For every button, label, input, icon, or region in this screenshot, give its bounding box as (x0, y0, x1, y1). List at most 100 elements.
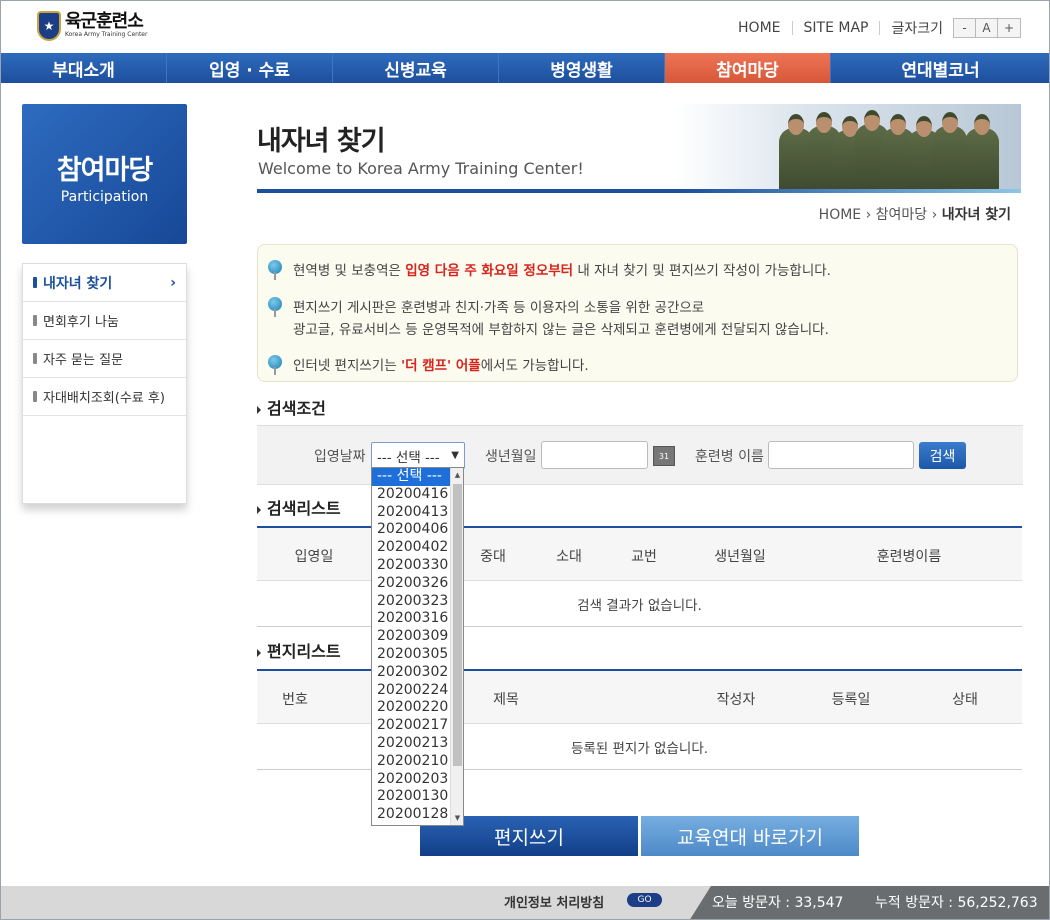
column-header: 입영일 (294, 549, 334, 565)
side-item-label: 자주 묻는 질문 (43, 353, 124, 368)
notice-highlight: '더 캠프' 어플 (400, 358, 481, 374)
page: ★ 육군훈련소 Korea Army Training Center HOME … (0, 0, 1050, 920)
birthdate-input[interactable] (541, 441, 648, 469)
scrollbar-thumb[interactable] (453, 484, 462, 766)
notice-line-2b: 광고글, 유료서비스 등 운영목적에 부합하지 않는 글은 삭제되고 훈련병에게… (293, 322, 829, 338)
result-section-title: 검색리스트 (257, 495, 341, 519)
column-header: 소대 (556, 549, 582, 565)
column-header: 생년월일 (714, 549, 766, 565)
divider (791, 21, 793, 35)
scroll-down-icon[interactable]: ▼ (451, 814, 463, 822)
sitemap-link[interactable]: SITE MAP (804, 20, 869, 36)
privacy-policy-link[interactable]: 개인정보 처리방침 (504, 892, 604, 911)
entry-date-dropdown-list: --- 선택 --- 20200416 20200413 20200406 20… (371, 467, 464, 826)
breadcrumb-separator: › (931, 207, 942, 223)
scroll-up-icon[interactable]: ▲ (451, 471, 463, 479)
chevron-right-icon: › (170, 274, 176, 291)
breadcrumb-current: 내자녀 찾기 (941, 207, 1011, 223)
column-header: 상태 (952, 692, 978, 708)
side-title: 참여마당 (56, 155, 153, 186)
page-subtitle: Welcome to Korea Army Training Center! (258, 159, 584, 178)
birthdate-label: 생년월일 (485, 449, 537, 465)
nav-item-regiment-corner[interactable]: 연대별코너 (831, 53, 1049, 83)
regiment-shortcut-button[interactable]: 교육연대 바로가기 (641, 816, 859, 856)
bullet-icon (33, 277, 37, 288)
nav-item-enlistment[interactable]: 입영 · 수료 (167, 53, 333, 83)
notice-highlight: 입영 다음 주 화요일 정오부터 (405, 263, 574, 279)
notice-text: 현역병 및 보충역은 (293, 263, 406, 279)
privacy-go-button[interactable]: GO (627, 893, 662, 907)
side-title-en: Participation (60, 189, 149, 205)
column-header: 제목 (493, 692, 519, 708)
calendar-icon[interactable]: 31 (653, 446, 675, 466)
side-item-label: 내자녀 찾기 (43, 275, 113, 292)
bullet-icon (33, 391, 37, 402)
breadcrumb-separator: › (865, 207, 876, 223)
font-reset-button[interactable]: A (976, 19, 998, 37)
notice-line-1: 현역병 및 보충역은 입영 다음 주 화요일 정오부터 내 자녀 찾기 및 편지… (293, 259, 831, 279)
nav-item-barracks-life[interactable]: 병영생활 (499, 53, 665, 83)
font-size-controls: - A + (953, 18, 1021, 38)
breadcrumb-parent[interactable]: 참여마당 (876, 207, 928, 223)
column-header: 작성자 (716, 692, 756, 708)
column-header: 중대 (480, 549, 506, 565)
nav-item-participation[interactable]: 참여마당 (665, 53, 831, 83)
notice-box: 현역병 및 보충역은 입영 다음 주 화요일 정오부터 내 자녀 찾기 및 편지… (257, 244, 1018, 382)
main-nav: 부대소개 입영 · 수료 신병교육 병영생활 참여마당 연대별코너 (1, 53, 1049, 83)
logo-subtitle: Korea Army Training Center (65, 31, 148, 38)
logo-title: 육군훈련소 (65, 11, 144, 32)
soldier-figure (965, 114, 999, 190)
pin-icon (268, 260, 282, 280)
total-visitors: 누적 방문자 : 56,252,763 (875, 895, 1038, 911)
column-header: 번호 (282, 692, 308, 708)
column-header: 교번 (631, 549, 657, 565)
soldier-figure (933, 112, 967, 190)
entry-date-value: --- 선택 --- (377, 449, 440, 466)
side-item-label: 자대배치조회(수료 후) (43, 391, 165, 406)
page-title: 내자녀 찾기 (257, 126, 386, 157)
nav-item-training[interactable]: 신병교육 (333, 53, 499, 83)
notice-text: 에서도 가능합니다. (480, 358, 589, 374)
title-underline (257, 189, 1021, 193)
column-header: 훈련병이름 (876, 549, 942, 565)
side-item-label: 면회후기 나눔 (43, 315, 119, 330)
nav-item-unit-intro[interactable]: 부대소개 (1, 53, 167, 83)
font-increase-button[interactable]: + (998, 19, 1020, 37)
site-logo[interactable]: ★ 육군훈련소 Korea Army Training Center (37, 11, 147, 41)
entry-date-label: 입영날짜 (314, 449, 366, 465)
search-button[interactable]: 검색 (919, 442, 966, 469)
column-header: 등록일 (831, 692, 871, 708)
letters-section-title: 편지리스트 (257, 638, 341, 662)
font-decrease-button[interactable]: - (954, 19, 976, 37)
home-link[interactable]: HOME (738, 20, 780, 36)
side-menu: 내자녀 찾기 › 면회후기 나눔 자주 묻는 질문 자대배치조회(수료 후) (22, 263, 187, 504)
notice-text: 인터넷 편지쓰기는 (293, 358, 401, 374)
search-section-title: 검색조건 (257, 395, 326, 419)
side-item-assignment[interactable]: 자대배치조회(수료 후) (23, 378, 186, 416)
breadcrumb: HOME › 참여마당 › 내자녀 찾기 (819, 204, 1011, 224)
notice-text: 내 자녀 찾기 및 편지쓰기 작성이 가능합니다. (573, 263, 831, 279)
side-item-find-child[interactable]: 내자녀 찾기 › (23, 264, 186, 302)
bullet-icon (33, 315, 37, 326)
top-links: HOME SITE MAP 글자크기 - A + (738, 18, 1021, 38)
side-title-box: 참여마당 Participation (22, 104, 187, 244)
trainee-name-label: 훈련병 이름 (695, 449, 764, 465)
bullet-icon (33, 353, 37, 364)
trainee-name-input[interactable] (768, 441, 914, 469)
soldiers-banner-image (675, 104, 1021, 190)
font-size-label: 글자크기 (891, 21, 943, 37)
notice-line-3: 인터넷 편지쓰기는 '더 캠프' 어플에서도 가능합니다. (293, 354, 589, 374)
footer-bar: 개인정보 처리방침 GO 오늘 방문자 : 33,547 누적 방문자 : 56… (1, 886, 1049, 919)
side-item-faq[interactable]: 자주 묻는 질문 (23, 340, 186, 378)
side-item-visit-review[interactable]: 면회후기 나눔 (23, 302, 186, 340)
chevron-down-icon: ▼ (451, 450, 459, 461)
breadcrumb-home[interactable]: HOME (819, 207, 861, 223)
pin-icon (268, 355, 282, 375)
notice-line-2: 편지쓰기 게시판은 훈련병과 친지·가족 등 이용자의 소통을 위한 공간으로 (293, 300, 705, 316)
pin-icon (268, 297, 282, 317)
today-visitors: 오늘 방문자 : 33,547 (712, 895, 844, 911)
emblem-icon: ★ (37, 11, 61, 41)
divider (879, 21, 881, 35)
entry-date-select[interactable]: --- 선택 --- ▼ (371, 442, 465, 469)
dropdown-scrollbar[interactable]: ▲ ▼ (450, 468, 463, 825)
